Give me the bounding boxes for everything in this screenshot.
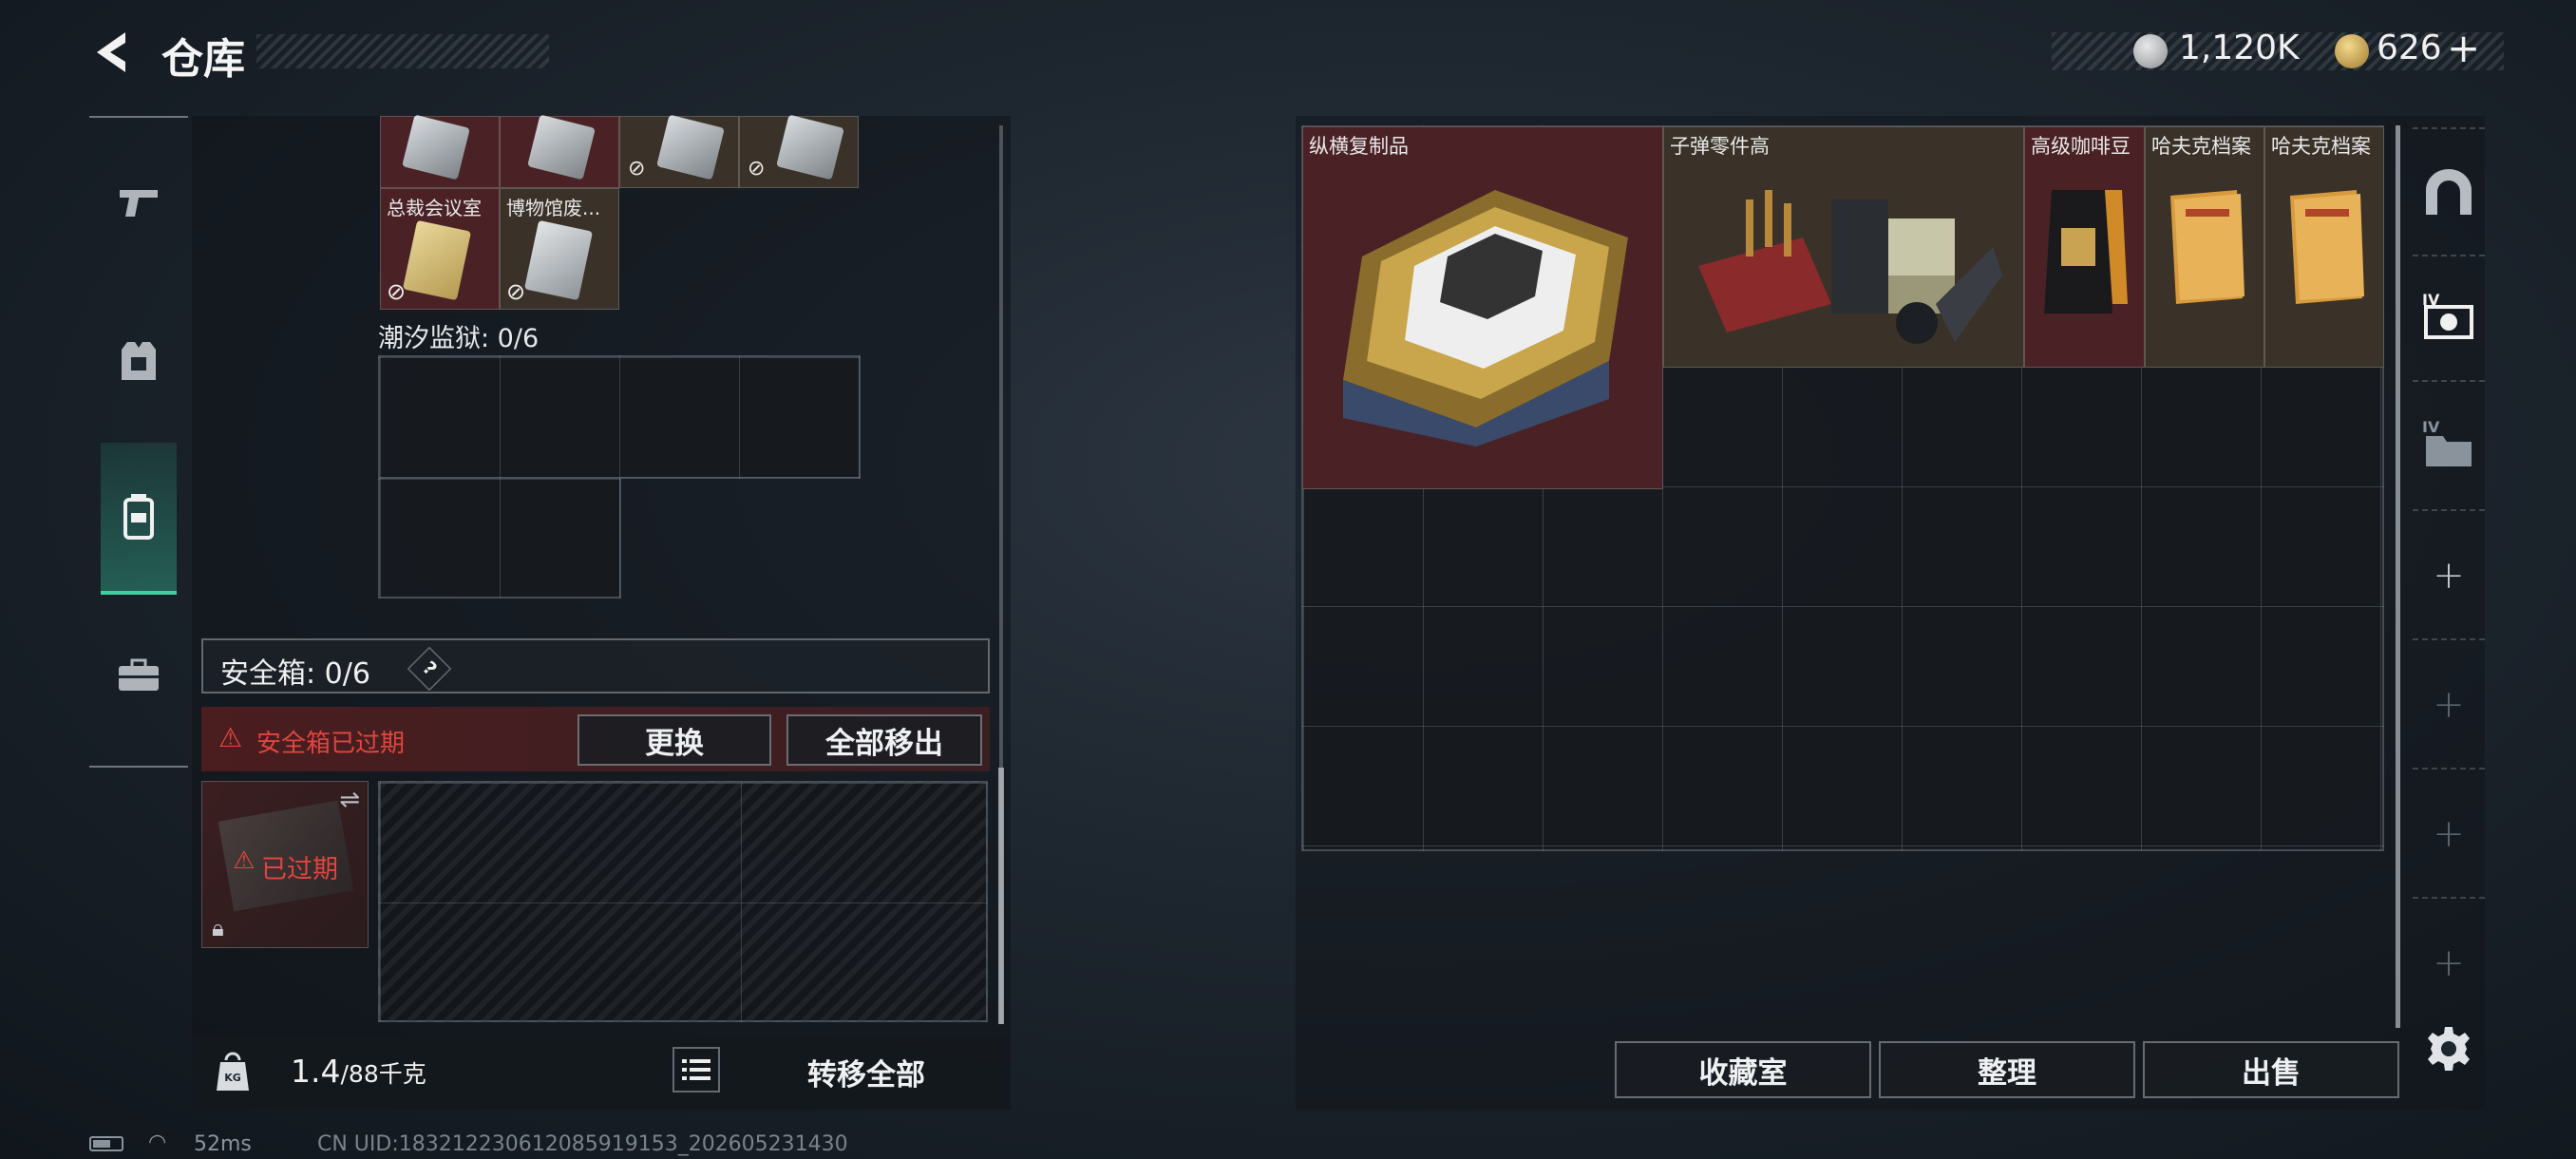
lock-icon: 🔒︎ <box>212 915 224 941</box>
no-insure-icon: ⊘ <box>748 157 766 180</box>
stash-item-coffee-beans[interactable]: 高级咖啡豆 <box>2024 126 2145 368</box>
file-folder-image <box>2170 190 2245 304</box>
stash-tab-iv-folder[interactable]: IV <box>2413 410 2485 477</box>
swap-icon: ⇌ <box>339 786 360 814</box>
page-title: 仓库 <box>161 35 245 84</box>
prison-container-label: 潮汐监狱: 0/6 <box>378 324 540 353</box>
gold-currency-value: 626 <box>2377 28 2442 67</box>
key-card-image <box>402 219 472 301</box>
settings-button[interactable] <box>2418 1018 2479 1079</box>
key-card-image <box>402 114 470 180</box>
back-arrow-icon <box>97 32 125 72</box>
container-icon: IV <box>2422 291 2473 339</box>
weight-icon: KG <box>215 1051 251 1092</box>
key-card-image <box>656 114 725 180</box>
move-all-out-button[interactable]: 全部移出 <box>786 714 982 766</box>
backpack-icon <box>123 494 154 540</box>
weight-current: 1.4 <box>291 1053 341 1090</box>
sidebar-tab-backpack[interactable] <box>101 443 177 595</box>
pistol-icon <box>120 190 158 217</box>
coffee-bag-image <box>2044 190 2128 314</box>
item-name: 博物馆废... <box>506 197 601 219</box>
weight-value: 1.4/88千克 <box>291 1053 426 1090</box>
item-name: 纵横复制品 <box>1309 135 1409 158</box>
safebox-grid[interactable] <box>378 781 988 1022</box>
armor-vest-icon <box>122 342 156 380</box>
stash-tab-main[interactable] <box>2413 158 2485 226</box>
sell-button[interactable]: 出售 <box>2143 1041 2399 1098</box>
collection-room-button[interactable]: 收藏室 <box>1615 1041 1871 1098</box>
uid-text: CN UID:183212230612085919153_20260523143… <box>317 1132 848 1156</box>
add-stash-tab-button[interactable]: + <box>2413 806 2485 863</box>
sidebar-tab-weapons[interactable] <box>95 167 182 239</box>
key-card-slot[interactable] <box>380 114 500 188</box>
ping-value: 52ms <box>194 1132 252 1156</box>
key-card-image <box>527 114 596 180</box>
item-name: 总裁会议室 <box>387 197 482 219</box>
no-insure-icon: ⊘ <box>506 278 526 305</box>
no-insure-icon: ⊘ <box>628 157 646 180</box>
stash-item-haavk-file[interactable]: 哈夫克档案 <box>2264 126 2384 368</box>
prison-container-grid-top[interactable] <box>378 355 861 479</box>
weight-max: /88千克 <box>340 1060 426 1088</box>
sidebar-tab-armor[interactable] <box>95 323 182 399</box>
add-stash-tab-button[interactable]: + <box>2413 547 2485 604</box>
silver-coin-icon <box>2133 34 2168 68</box>
add-currency-button[interactable]: + <box>2447 25 2480 71</box>
stash-scrollbar[interactable] <box>2396 125 2400 1028</box>
item-name: 哈夫克档案 <box>2151 135 2251 158</box>
organize-button[interactable]: 整理 <box>1879 1041 2135 1098</box>
safebox-item-slot[interactable]: ⇌ ⚠ 已过期 🔒︎ <box>201 781 369 948</box>
folder-icon: IV <box>2422 418 2472 466</box>
list-icon <box>682 1059 710 1080</box>
key-card-slot[interactable] <box>500 114 619 188</box>
weight-icon-label: KG <box>224 1072 241 1084</box>
add-stash-tab-button[interactable]: + <box>2413 935 2485 992</box>
stash-item-haavk-file[interactable]: 哈夫克档案 <box>2145 126 2264 368</box>
key-card-slot[interactable]: 总裁会议室 ⊘ <box>380 188 500 310</box>
key-card-slot[interactable]: ⊘ <box>739 114 859 188</box>
stash-item-chess-replica[interactable]: 纵横复制品 <box>1302 126 1663 489</box>
bullet-parts-image <box>1698 190 2002 344</box>
key-card-image <box>776 114 844 180</box>
expired-tag: 已过期 <box>261 855 338 884</box>
title-decoration <box>256 34 549 68</box>
inventory-scrollbar-thumb[interactable] <box>998 768 1004 1024</box>
wifi-icon: ◠ <box>148 1130 167 1154</box>
back-button[interactable] <box>87 27 135 78</box>
warning-icon: ⚠ <box>218 722 243 753</box>
briefcase-icon <box>119 658 159 691</box>
file-folder-image <box>2290 190 2364 304</box>
item-name: 高级咖啡豆 <box>2031 135 2131 158</box>
no-insure-icon: ⊘ <box>387 278 407 305</box>
chess-set-image <box>1343 190 1628 446</box>
key-card-slot[interactable]: ⊘ <box>619 114 739 188</box>
item-name: 子弹零件高 <box>1670 135 1770 158</box>
key-card-image <box>523 219 594 301</box>
battery-icon <box>89 1136 123 1151</box>
replace-safebox-button[interactable]: 更换 <box>578 714 771 766</box>
safebox-warning-text: 安全箱已过期 <box>256 730 406 758</box>
key-card-slot[interactable]: 博物馆废... ⊘ <box>500 188 619 310</box>
stash-tab-iv-container[interactable]: IV <box>2413 283 2485 350</box>
gear-icon <box>2428 1027 2470 1071</box>
stash-item-bullet-parts[interactable]: 子弹零件高 <box>1663 126 2024 368</box>
sidebar-tab-toolbox[interactable] <box>95 642 182 709</box>
gold-coin-icon <box>2335 34 2369 68</box>
expired-warning-icon: ⚠ <box>233 846 256 875</box>
svg-text:IV: IV <box>2422 418 2440 436</box>
safebox-label: 安全箱: 0/6 <box>220 657 370 691</box>
transfer-all-button[interactable]: 转移全部 <box>735 1043 997 1100</box>
prison-container-grid-bottom[interactable] <box>378 477 621 598</box>
arch-icon <box>2426 169 2472 215</box>
add-stash-tab-button[interactable]: + <box>2413 676 2485 733</box>
item-name: 哈夫克档案 <box>2271 135 2371 158</box>
silver-currency-value: 1,120K <box>2179 28 2300 67</box>
list-view-button[interactable] <box>672 1047 720 1092</box>
